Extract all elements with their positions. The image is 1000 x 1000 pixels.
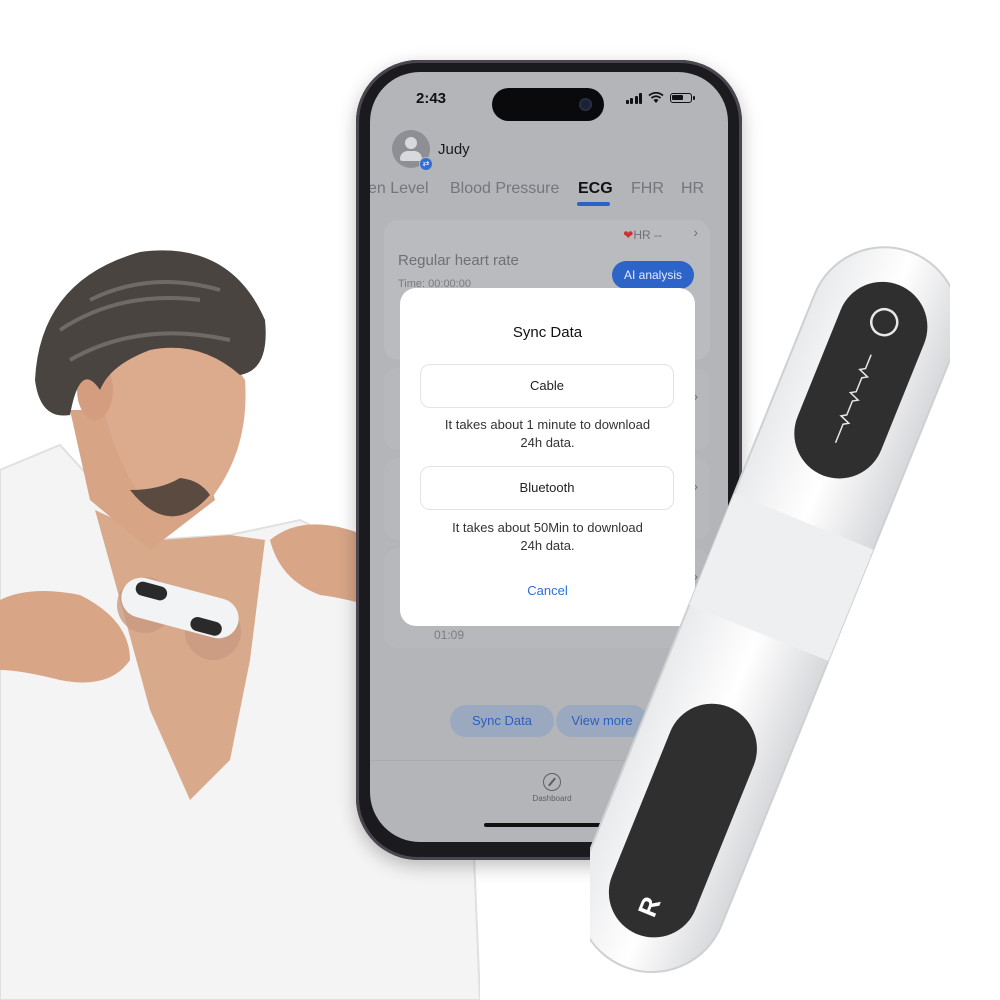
cellular-signal-icon — [625, 92, 642, 104]
nav-dashboard-label: Dashboard — [532, 794, 572, 803]
tab-hr[interactable]: HR — [681, 180, 704, 198]
tab-oxygen-level[interactable]: en Level — [370, 180, 429, 198]
user-avatar-icon[interactable]: ⇄ — [392, 130, 433, 171]
metric-tabs: en Level Blood Pressure ECG FHR HR — [370, 180, 728, 210]
compass-icon — [543, 773, 561, 791]
dynamic-island — [492, 88, 604, 121]
record-duration: 01:09 — [434, 628, 465, 642]
sync-data-button[interactable]: Sync Data — [450, 705, 554, 737]
wifi-icon — [648, 92, 664, 103]
user-name: Judy — [438, 140, 470, 158]
nav-dashboard[interactable]: Dashboard — [522, 773, 582, 803]
ecg-device: R — [590, 246, 950, 974]
tab-blood-pressure[interactable]: Blood Pressure — [450, 180, 559, 198]
active-tab-indicator — [577, 202, 610, 206]
tab-fhr[interactable]: FHR — [631, 180, 664, 198]
battery-icon — [670, 93, 695, 103]
tab-ecg[interactable]: ECG — [578, 180, 613, 198]
status-time: 2:43 — [416, 90, 447, 107]
front-camera-icon — [579, 98, 592, 111]
user-switcher[interactable]: ⇄ Judy — [392, 130, 470, 171]
record-title: Regular heart rate — [398, 252, 519, 269]
status-icons — [625, 92, 695, 104]
switch-account-icon[interactable]: ⇄ — [419, 157, 433, 171]
